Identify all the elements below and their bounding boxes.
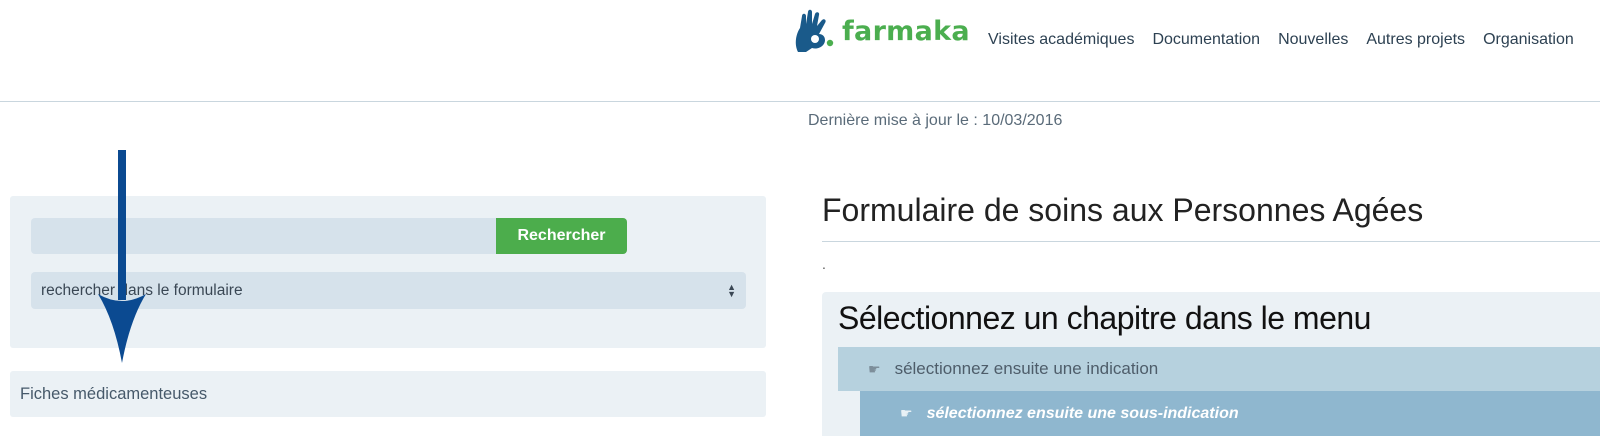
search-input[interactable] xyxy=(31,218,497,254)
brand-name: farmaka xyxy=(842,15,970,47)
last-updated-text: Dernière mise à jour le : 10/03/2016 xyxy=(808,112,1063,129)
nav-documentation[interactable]: Documentation xyxy=(1152,31,1260,49)
top-navigation: Visites académiques Documentation Nouvel… xyxy=(988,31,1592,49)
indication-label: sélectionnez ensuite une indication xyxy=(894,359,1159,378)
chapter-heading: Sélectionnez un chapitre dans le menu xyxy=(838,300,1371,336)
search-button[interactable]: Rechercher xyxy=(496,218,627,254)
hand-logo-icon xyxy=(795,9,834,52)
fiches-medicamenteuses-link[interactable]: Fiches médicamenteuses xyxy=(10,371,766,417)
search-panel: Rechercher rechercher dans le formulaire… xyxy=(10,196,766,348)
fiches-label: Fiches médicamenteuses xyxy=(20,384,208,403)
search-scope-select[interactable]: rechercher dans le formulaire ▲ ▼ xyxy=(31,272,746,309)
indication-item[interactable]: ☛ sélectionnez ensuite une indication xyxy=(838,347,1600,391)
nav-autres-projets[interactable]: Autres projets xyxy=(1366,31,1465,49)
farmaka-logo[interactable]: farmaka xyxy=(792,8,970,54)
separator-dot: . xyxy=(822,256,826,272)
nav-visites-academiques[interactable]: Visites académiques xyxy=(988,31,1134,49)
nav-organisation[interactable]: Organisation xyxy=(1483,31,1574,49)
sub-indication-item[interactable]: ☛ sélectionnez ensuite une sous-indicati… xyxy=(860,391,1600,436)
nav-nouvelles[interactable]: Nouvelles xyxy=(1278,31,1348,49)
sub-indication-label: sélectionnez ensuite une sous-indication xyxy=(926,404,1239,422)
select-arrows-icon: ▲ ▼ xyxy=(727,281,736,299)
pointing-hand-icon: ☛ xyxy=(900,405,913,421)
title-divider xyxy=(822,241,1600,242)
search-scope-value: rechercher dans le formulaire xyxy=(41,281,243,299)
pointing-hand-icon: ☛ xyxy=(868,360,881,377)
header-divider xyxy=(0,101,1600,102)
page-title: Formulaire de soins aux Personnes Agées xyxy=(822,192,1424,228)
